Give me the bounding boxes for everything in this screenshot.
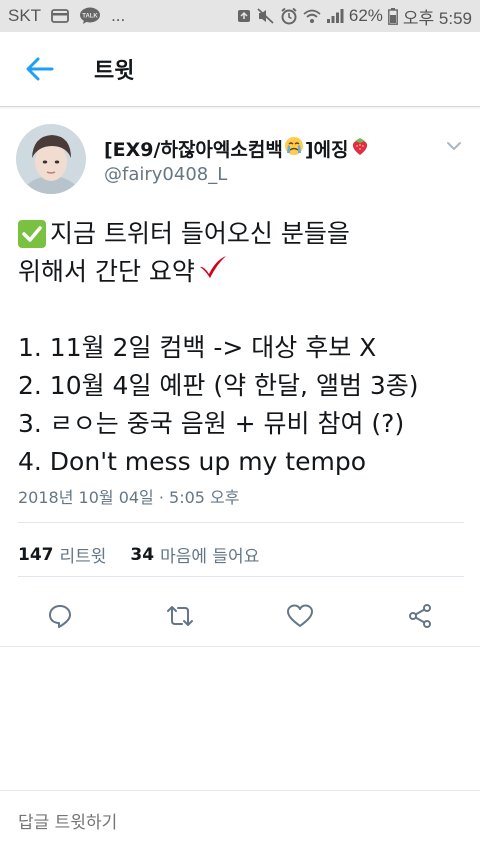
talk-icon-label: TALK bbox=[82, 14, 98, 20]
tweet-line-text: 지금 트위터 들어오신 분들을 bbox=[50, 219, 350, 248]
app-header: 트윗 bbox=[0, 32, 480, 107]
share-button[interactable] bbox=[400, 596, 440, 636]
crying-face-icon bbox=[284, 136, 304, 161]
tweet-line: 1. 11월 2일 컴백 -> 대상 후보 X bbox=[18, 333, 377, 362]
card-icon bbox=[51, 9, 69, 23]
page-title: 트윗 bbox=[94, 59, 135, 84]
tweet-line: 2. 10월 4일 예판 (약 한달, 앨범 3종) bbox=[18, 371, 419, 400]
reply-input[interactable] bbox=[18, 813, 458, 833]
check-box-icon bbox=[18, 220, 46, 248]
reply-bar bbox=[0, 790, 480, 853]
tweet-actions bbox=[0, 596, 480, 636]
chevron-down-icon bbox=[447, 142, 461, 151]
divider bbox=[18, 576, 464, 577]
back-arrow-icon bbox=[26, 57, 54, 81]
wifi-icon bbox=[303, 8, 321, 24]
status-bar: SKT TALK ... 62% 오후 5:59 bbox=[0, 0, 480, 32]
retweets-count[interactable]: 147 bbox=[18, 545, 54, 565]
mute-icon bbox=[257, 8, 275, 24]
tweet-line: 4. Don't mess up my tempo bbox=[18, 447, 366, 476]
like-button[interactable] bbox=[280, 596, 320, 636]
tweet-line: 3. ㄹㅇ는 중국 음원 + 뮤비 참여 (?) bbox=[18, 409, 405, 438]
divider bbox=[0, 646, 480, 647]
tweet-detail: [EX9/하잖아엑소컴백 ]에징 @fairy0408_L 지금 트위터 들어오… bbox=[0, 108, 480, 647]
tweet-text: 지금 트위터 들어오신 분들을 위해서 간단 요약 1. 11월 2일 컴백 -… bbox=[18, 215, 468, 481]
retweet-icon bbox=[167, 606, 193, 626]
tweet-line bbox=[18, 291, 468, 329]
retweets-label[interactable]: 리트윗 bbox=[60, 542, 107, 567]
strawberry-icon bbox=[350, 136, 370, 161]
tweet-line: 위해서 간단 요약 bbox=[18, 253, 468, 291]
likes-label[interactable]: 마음에 들어요 bbox=[160, 542, 259, 567]
battery-percent: 62% bbox=[348, 6, 383, 25]
author-row: [EX9/하잖아엑소컴백 ]에징 @fairy0408_L bbox=[0, 108, 480, 200]
author-name-suffix: ]에징 bbox=[304, 139, 349, 161]
heart-icon bbox=[287, 604, 313, 627]
author-handle[interactable]: @fairy0408_L bbox=[104, 164, 227, 185]
recycle-icon bbox=[236, 8, 252, 24]
signal-icon bbox=[326, 8, 344, 24]
author-name[interactable]: [EX9/하잖아엑소컴백 ]에징 bbox=[104, 135, 371, 162]
reply-button[interactable] bbox=[40, 596, 80, 636]
divider bbox=[18, 522, 464, 523]
more-options-button[interactable] bbox=[442, 134, 466, 158]
share-icon bbox=[409, 604, 431, 628]
likes-count[interactable]: 34 bbox=[130, 545, 154, 565]
reply-icon bbox=[49, 605, 71, 628]
status-time: 오후 5:59 bbox=[402, 8, 472, 28]
author-name-prefix: [EX9/하잖아엑소컴백 bbox=[104, 139, 283, 161]
tweet-line: 지금 트위터 들어오신 분들을 bbox=[18, 215, 468, 253]
tweet-timestamp: 2018년 10월 04일 · 5:05 오후 bbox=[18, 488, 240, 507]
tweet-stats: 147 리트윗 34 마음에 들어요 bbox=[18, 542, 259, 568]
check-mark-icon bbox=[198, 253, 228, 291]
status-more: ... bbox=[111, 6, 126, 25]
back-button[interactable] bbox=[10, 39, 70, 99]
avatar[interactable] bbox=[16, 124, 86, 194]
talk-icon: TALK bbox=[79, 7, 101, 25]
carrier-label: SKT bbox=[8, 6, 42, 25]
retweet-button[interactable] bbox=[160, 596, 200, 636]
tweet-line-text: 위해서 간단 요약 bbox=[18, 257, 195, 286]
battery-icon bbox=[388, 7, 398, 25]
alarm-icon bbox=[280, 7, 298, 25]
